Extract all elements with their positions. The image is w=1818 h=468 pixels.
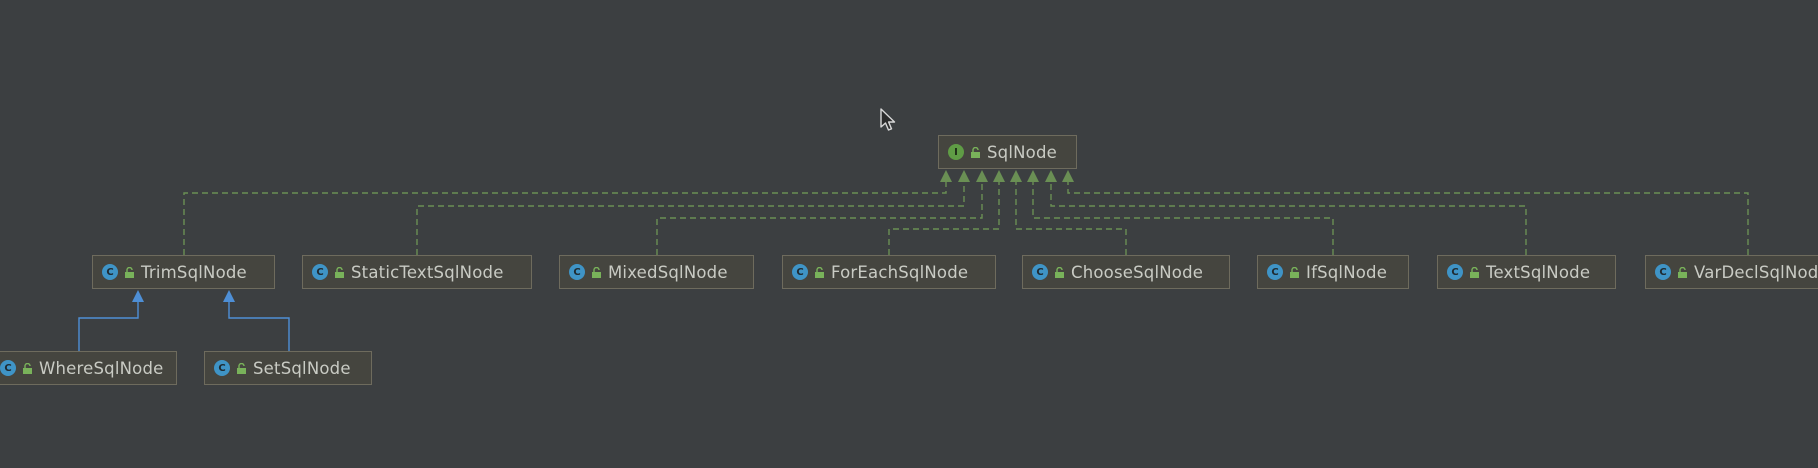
extends-arrowhead-set (223, 290, 235, 302)
public-lock-icon (1678, 266, 1687, 278)
node-label: IfSqlNode (1306, 262, 1388, 282)
node-label: ForEachSqlNode (831, 262, 969, 282)
implements-arrowhead-text (1045, 170, 1057, 182)
extends-arrowhead-where (132, 290, 144, 302)
class-icon: C (1447, 264, 1463, 280)
node-trimsqlnode[interactable]: C TrimSqlNode (92, 255, 275, 289)
node-mixedsqlnode[interactable]: C MixedSqlNode (559, 255, 754, 289)
implements-arrowhead-if (1027, 170, 1039, 182)
uml-diagram-canvas[interactable]: I SqlNode C TrimSqlNode C StaticTextSqlN… (0, 0, 1818, 468)
node-sqlnode[interactable]: I SqlNode (938, 135, 1077, 169)
node-label: TrimSqlNode (141, 262, 247, 282)
implements-arrowhead-mixed (976, 170, 988, 182)
node-vardeclsqlnode[interactable]: C VarDeclSqlNode (1645, 255, 1818, 289)
node-label: TextSqlNode (1486, 262, 1591, 282)
node-ifsqlnode[interactable]: C IfSqlNode (1257, 255, 1409, 289)
public-lock-icon (1055, 266, 1064, 278)
class-icon: C (312, 264, 328, 280)
node-label: ChooseSqlNode (1071, 262, 1204, 282)
node-label: WhereSqlNode (39, 358, 164, 378)
mouse-pointer-icon (880, 108, 896, 131)
node-textsqlnode[interactable]: C TextSqlNode (1437, 255, 1616, 289)
class-icon: C (102, 264, 118, 280)
class-icon: C (569, 264, 585, 280)
node-label: VarDeclSqlNode (1694, 262, 1818, 282)
node-statictextsqlnode[interactable]: C StaticTextSqlNode (302, 255, 532, 289)
public-lock-icon (1290, 266, 1299, 278)
node-label: SqlNode (987, 142, 1057, 162)
class-icon: C (1032, 264, 1048, 280)
public-lock-icon (592, 266, 601, 278)
edge-layer (78, 170, 1749, 351)
extends-edge-where (78, 302, 139, 351)
node-choosesqlnode[interactable]: C ChooseSqlNode (1022, 255, 1230, 289)
implements-arrowhead-vardecl (1062, 170, 1074, 182)
node-label: MixedSqlNode (608, 262, 728, 282)
implements-arrowhead-choose (1010, 170, 1022, 182)
interface-icon: I (948, 144, 964, 160)
implements-arrowhead-trim (940, 170, 952, 182)
implements-arrowhead-statictext (958, 170, 970, 182)
class-icon: C (792, 264, 808, 280)
node-label: StaticTextSqlNode (351, 262, 504, 282)
public-lock-icon (815, 266, 824, 278)
node-foreachsqlnode[interactable]: C ForEachSqlNode (782, 255, 996, 289)
node-setsqlnode[interactable]: C SetSqlNode (204, 351, 372, 385)
public-lock-icon (237, 362, 246, 374)
public-lock-icon (1470, 266, 1479, 278)
public-lock-icon (971, 146, 980, 158)
class-icon: C (0, 360, 16, 376)
public-lock-icon (23, 362, 32, 374)
public-lock-icon (335, 266, 344, 278)
class-icon: C (214, 360, 230, 376)
node-label: SetSqlNode (253, 358, 351, 378)
implements-arrowhead-foreach (993, 170, 1005, 182)
class-icon: C (1655, 264, 1671, 280)
extends-edge-set (228, 302, 290, 351)
public-lock-icon (125, 266, 134, 278)
class-icon: C (1267, 264, 1283, 280)
node-wheresqlnode[interactable]: C WhereSqlNode (0, 351, 177, 385)
